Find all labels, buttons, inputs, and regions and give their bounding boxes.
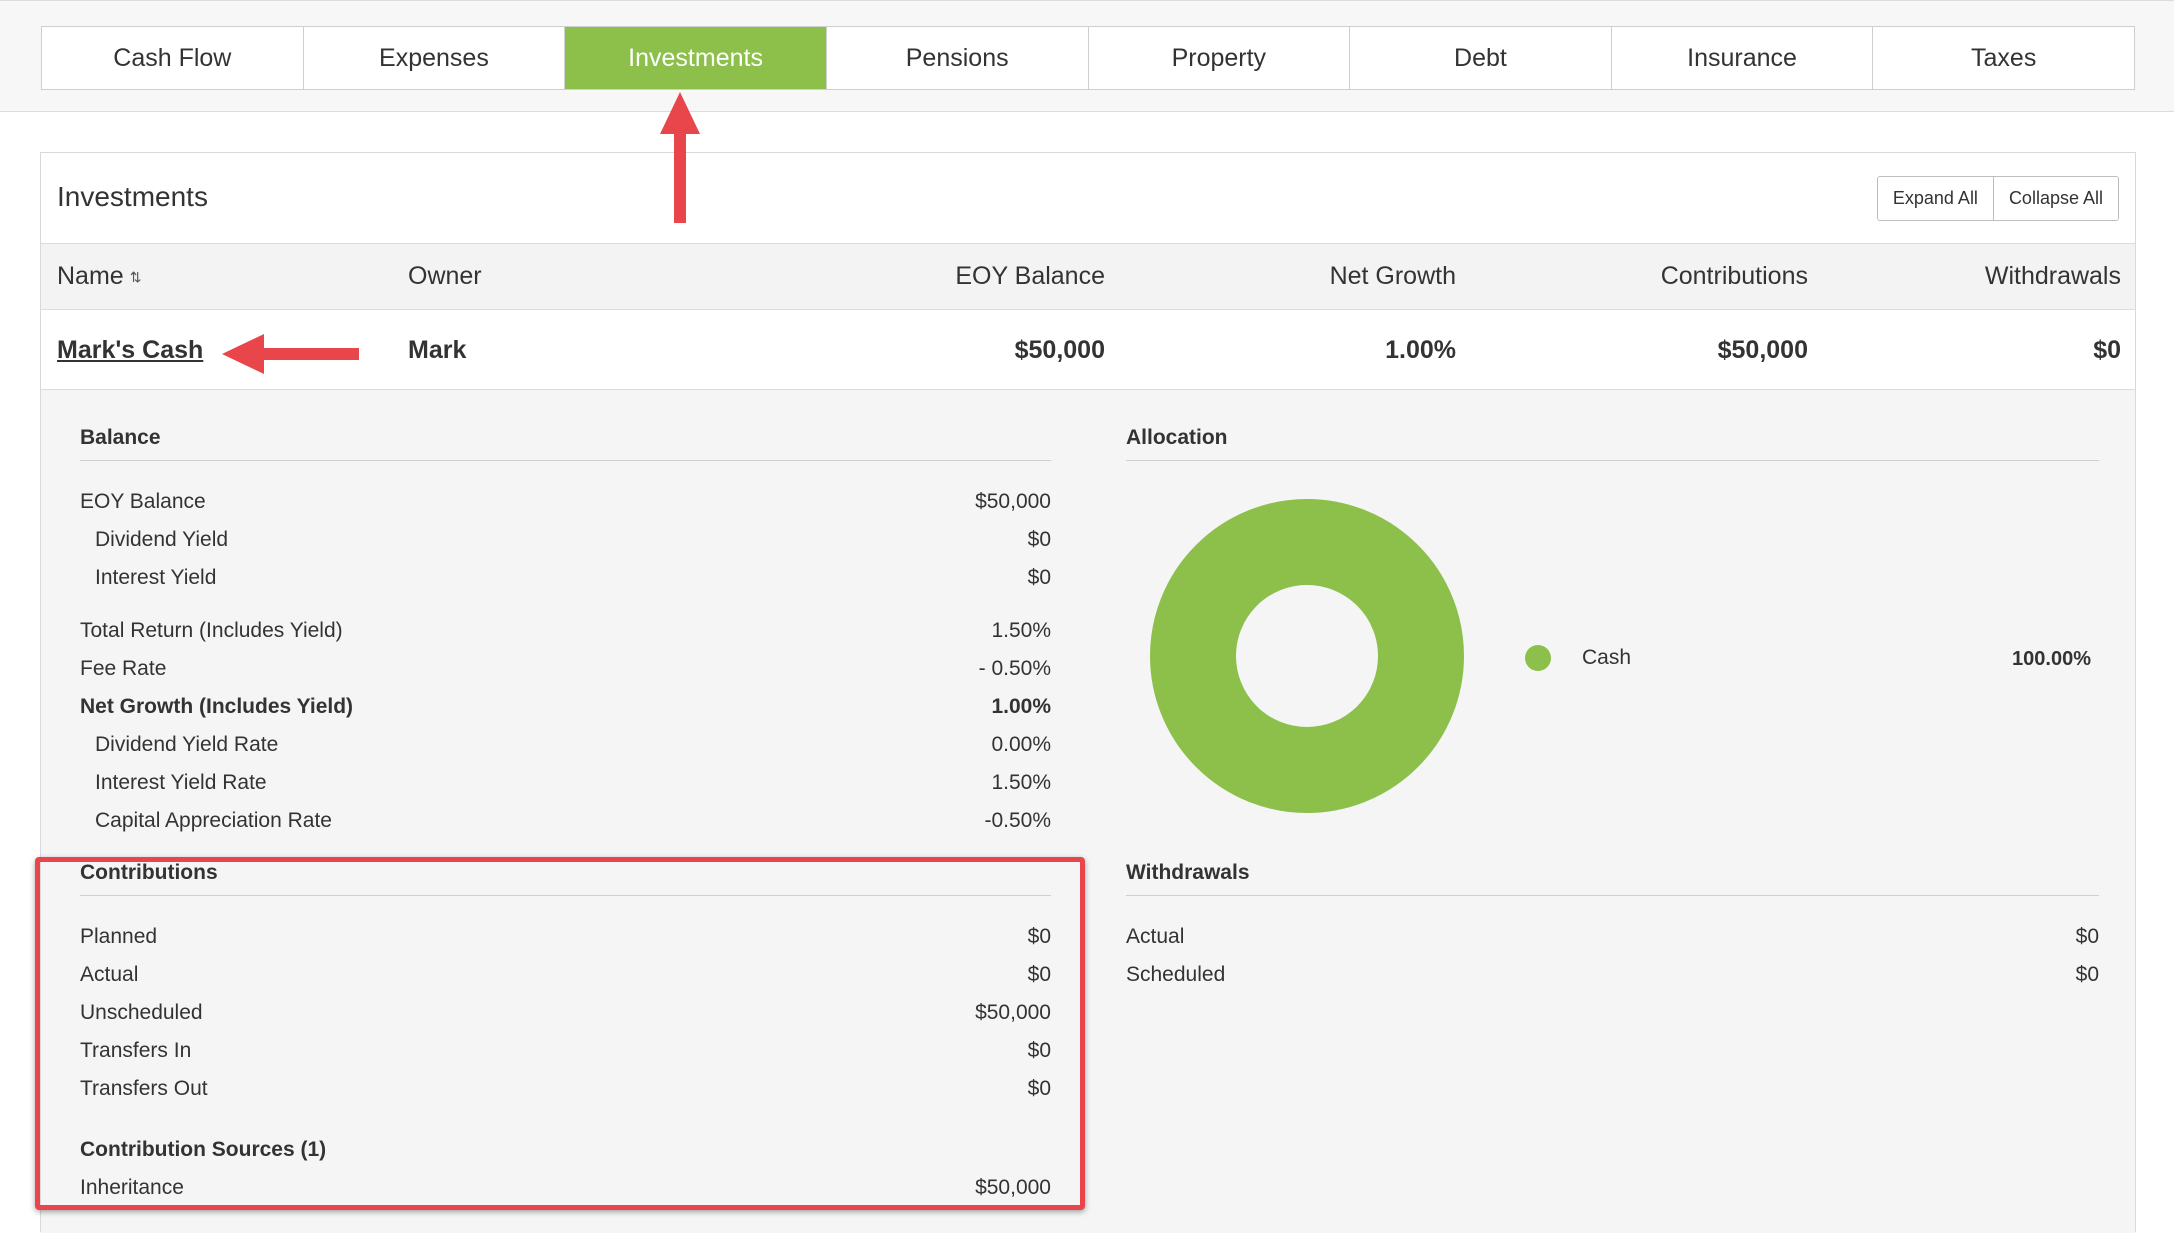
annotation-highlight-box: [35, 857, 1085, 1210]
annotation-arrow-left-icon: [222, 334, 359, 374]
annotation-arrow-up-icon: [660, 92, 700, 223]
